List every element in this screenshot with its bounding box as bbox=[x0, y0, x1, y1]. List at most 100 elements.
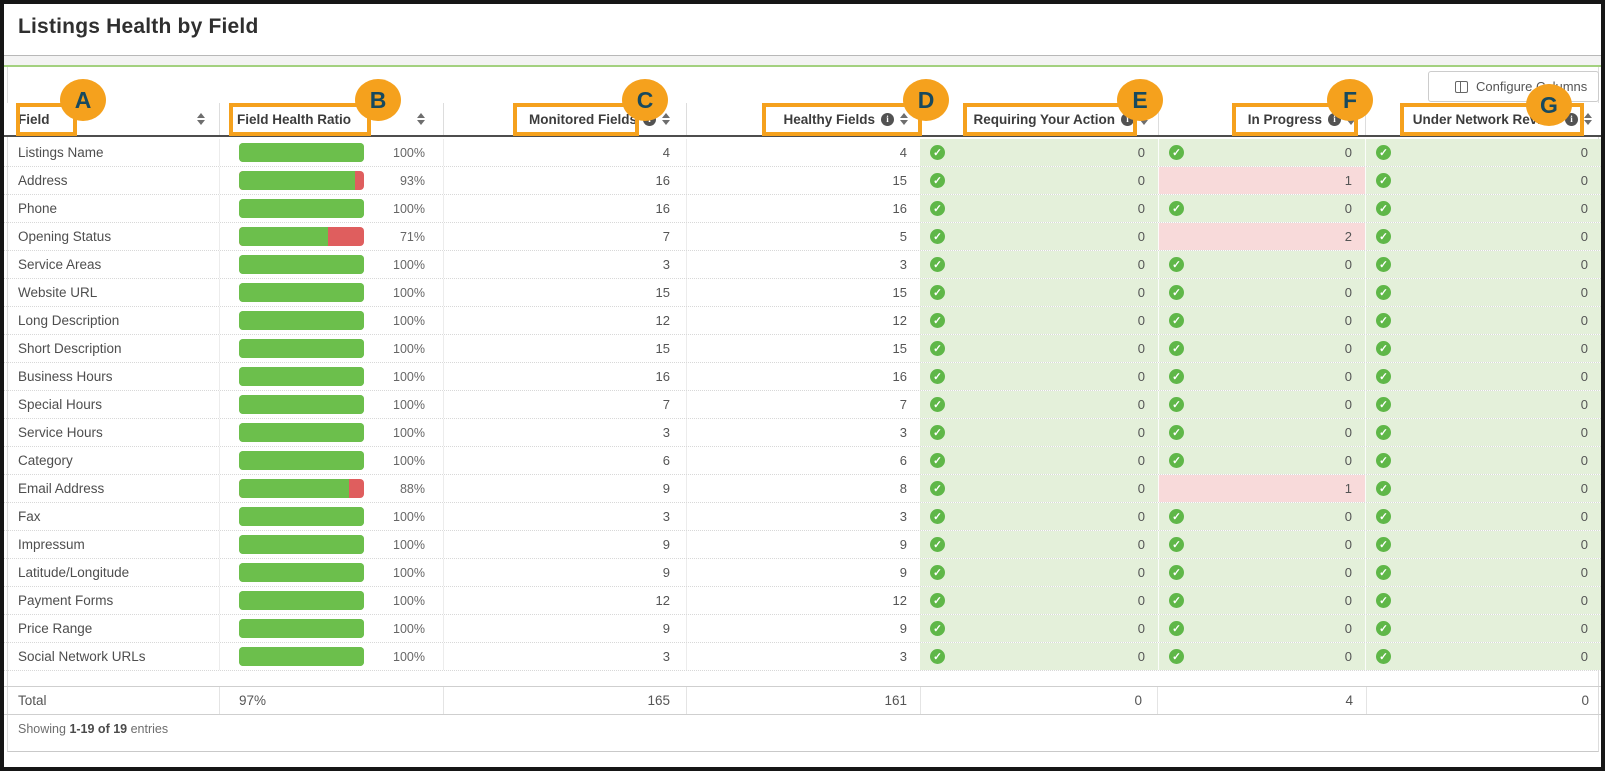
healthy-fields-value: 5 bbox=[686, 223, 920, 250]
health-ratio-bar-fill bbox=[239, 591, 364, 610]
in-progress-value: 0 bbox=[1345, 649, 1352, 664]
in-progress-value: 0 bbox=[1345, 201, 1352, 216]
table-row: Impressum 100% 9 9 0 0 0 bbox=[4, 531, 1601, 559]
monitored-fields-value: 4 bbox=[443, 139, 686, 166]
requiring-action-cell: 0 bbox=[920, 139, 1158, 166]
health-ratio-bar-fill bbox=[239, 311, 364, 330]
requiring-action-value: 0 bbox=[1138, 313, 1145, 328]
field-health-ratio-cell: 100% bbox=[219, 139, 443, 166]
info-icon[interactable] bbox=[881, 113, 894, 126]
under-review-value: 0 bbox=[1581, 313, 1588, 328]
in-progress-value: 1 bbox=[1345, 173, 1352, 188]
check-circle-icon bbox=[1169, 201, 1184, 216]
healthy-fields-value: 4 bbox=[686, 139, 920, 166]
field-name: Special Hours bbox=[4, 391, 219, 418]
under-review-value: 0 bbox=[1581, 621, 1588, 636]
configure-columns-button[interactable]: Configure Columns bbox=[1428, 71, 1599, 102]
health-ratio-bar-fill bbox=[239, 283, 364, 302]
field-name: Website URL bbox=[4, 279, 219, 306]
in-progress-cell: 0 bbox=[1158, 139, 1365, 166]
under-review-cell: 0 bbox=[1365, 335, 1601, 362]
monitored-fields-value: 7 bbox=[443, 391, 686, 418]
requiring-action-cell: 0 bbox=[920, 447, 1158, 474]
column-header-field[interactable]: Field bbox=[4, 103, 219, 135]
requiring-action-cell: 0 bbox=[920, 167, 1158, 194]
health-ratio-value: 100% bbox=[393, 146, 425, 160]
requiring-action-value: 0 bbox=[1138, 621, 1145, 636]
check-circle-icon bbox=[1169, 621, 1184, 636]
check-circle-icon bbox=[1376, 649, 1391, 664]
healthy-fields-value: 9 bbox=[686, 559, 920, 586]
health-ratio-bar bbox=[239, 591, 364, 610]
sort-icon[interactable] bbox=[197, 113, 205, 125]
check-circle-icon bbox=[1169, 565, 1184, 580]
health-ratio-bar bbox=[239, 479, 364, 498]
sort-icon[interactable] bbox=[1584, 113, 1592, 125]
under-review-value: 0 bbox=[1581, 145, 1588, 160]
health-ratio-value: 100% bbox=[393, 594, 425, 608]
requiring-action-value: 0 bbox=[1138, 565, 1145, 580]
under-review-value: 0 bbox=[1581, 481, 1588, 496]
healthy-fields-value: 3 bbox=[686, 503, 920, 530]
total-monitored: 165 bbox=[443, 687, 686, 714]
under-review-cell: 0 bbox=[1365, 531, 1601, 558]
in-progress-value: 0 bbox=[1345, 257, 1352, 272]
health-ratio-value: 100% bbox=[393, 286, 425, 300]
requiring-action-cell: 0 bbox=[920, 475, 1158, 502]
table-row: Service Hours 100% 3 3 0 0 0 bbox=[4, 419, 1601, 447]
field-name: Business Hours bbox=[4, 363, 219, 390]
check-circle-icon bbox=[1376, 313, 1391, 328]
health-ratio-bar-fill bbox=[239, 647, 364, 666]
health-ratio-bar bbox=[239, 339, 364, 358]
in-progress-cell: 0 bbox=[1158, 391, 1365, 418]
sort-icon[interactable] bbox=[900, 113, 908, 125]
under-review-cell: 0 bbox=[1365, 279, 1601, 306]
health-ratio-value: 100% bbox=[393, 370, 425, 384]
check-circle-icon bbox=[930, 509, 945, 524]
requiring-action-cell: 0 bbox=[920, 307, 1158, 334]
in-progress-value: 0 bbox=[1345, 621, 1352, 636]
field-health-ratio-cell: 100% bbox=[219, 195, 443, 222]
field-health-ratio-cell: 71% bbox=[219, 223, 443, 250]
table-row: Opening Status 71% 7 5 0 2 0 bbox=[4, 223, 1601, 251]
health-ratio-bar-fill bbox=[239, 507, 364, 526]
check-circle-icon bbox=[1376, 201, 1391, 216]
health-ratio-bar bbox=[239, 619, 364, 638]
column-label: Field Health Ratio bbox=[237, 112, 351, 127]
monitored-fields-value: 15 bbox=[443, 335, 686, 362]
requiring-action-value: 0 bbox=[1138, 285, 1145, 300]
health-ratio-value: 100% bbox=[393, 538, 425, 552]
column-header-healthy-fields[interactable]: Healthy Fields bbox=[686, 103, 920, 135]
check-circle-icon bbox=[1169, 313, 1184, 328]
check-circle-icon bbox=[1376, 453, 1391, 468]
table-row: Listings Name 100% 4 4 0 0 0 bbox=[4, 139, 1601, 167]
check-circle-icon bbox=[930, 537, 945, 552]
requiring-action-cell: 0 bbox=[920, 251, 1158, 278]
requiring-action-value: 0 bbox=[1138, 397, 1145, 412]
requiring-action-cell: 0 bbox=[920, 335, 1158, 362]
column-header-field-health-ratio[interactable]: Field Health Ratio bbox=[219, 103, 443, 135]
in-progress-cell: 0 bbox=[1158, 419, 1365, 446]
healthy-fields-value: 3 bbox=[686, 643, 920, 670]
health-ratio-bar bbox=[239, 311, 364, 330]
health-ratio-value: 88% bbox=[400, 482, 425, 496]
under-review-cell: 0 bbox=[1365, 223, 1601, 250]
health-ratio-value: 71% bbox=[400, 230, 425, 244]
sort-icon[interactable] bbox=[662, 113, 670, 125]
health-ratio-bar bbox=[239, 143, 364, 162]
field-health-ratio-cell: 100% bbox=[219, 615, 443, 642]
sort-icon[interactable] bbox=[417, 113, 425, 125]
in-progress-cell: 0 bbox=[1158, 251, 1365, 278]
check-circle-icon bbox=[1376, 173, 1391, 188]
check-circle-icon bbox=[1169, 369, 1184, 384]
health-ratio-bar-fill bbox=[239, 423, 364, 442]
field-health-ratio-cell: 100% bbox=[219, 279, 443, 306]
monitored-fields-value: 9 bbox=[443, 559, 686, 586]
health-ratio-bar bbox=[239, 283, 364, 302]
field-health-ratio-cell: 100% bbox=[219, 643, 443, 670]
monitored-fields-value: 3 bbox=[443, 419, 686, 446]
annotation-badge-f: F bbox=[1327, 79, 1373, 121]
in-progress-value: 0 bbox=[1345, 397, 1352, 412]
check-circle-icon bbox=[1169, 257, 1184, 272]
under-review-value: 0 bbox=[1581, 229, 1588, 244]
